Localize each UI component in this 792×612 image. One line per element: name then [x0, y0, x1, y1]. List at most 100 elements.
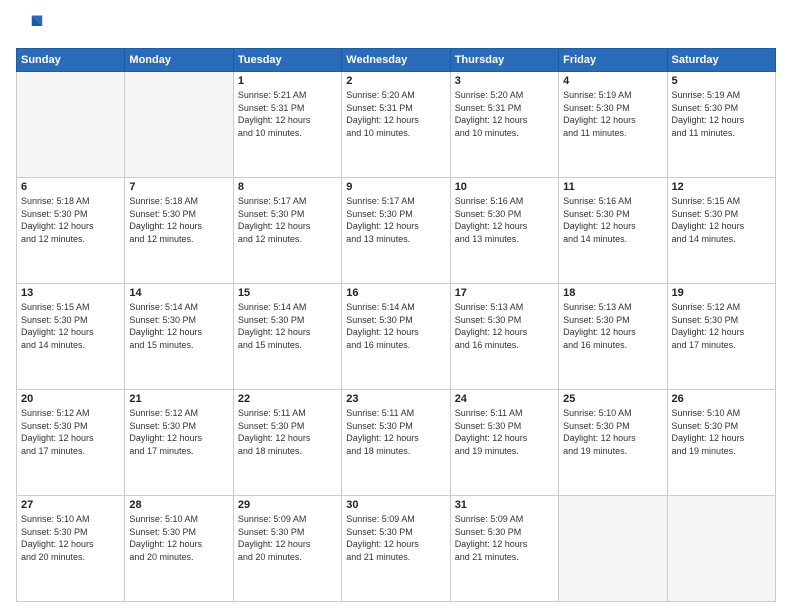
calendar-cell: 17 Sunrise: 5:13 AM Sunset: 5:30 PM Dayli… — [450, 284, 558, 390]
calendar-cell: 6 Sunrise: 5:18 AM Sunset: 5:30 PM Daylig… — [17, 178, 125, 284]
day-info: Sunrise: 5:11 AM Sunset: 5:30 PM Dayligh… — [455, 407, 554, 457]
calendar-header-row: SundayMondayTuesdayWednesdayThursdayFrid… — [17, 49, 776, 72]
day-info: Sunrise: 5:14 AM Sunset: 5:30 PM Dayligh… — [238, 301, 337, 351]
calendar-cell: 8 Sunrise: 5:17 AM Sunset: 5:30 PM Daylig… — [233, 178, 341, 284]
day-number: 19 — [672, 287, 771, 299]
day-info: Sunrise: 5:09 AM Sunset: 5:30 PM Dayligh… — [238, 513, 337, 563]
calendar-table: SundayMondayTuesdayWednesdayThursdayFrid… — [16, 48, 776, 602]
day-number: 21 — [129, 393, 228, 405]
day-info: Sunrise: 5:11 AM Sunset: 5:30 PM Dayligh… — [346, 407, 445, 457]
day-number: 25 — [563, 393, 662, 405]
calendar-cell: 16Sunrise: 5:14 AM Sunset: 5:30 PM Dayli… — [342, 284, 450, 390]
day-info: Sunrise: 5:14 AM Sunset: 5:30 PM Dayligh… — [346, 301, 445, 351]
day-info: Sunrise: 5:10 AM Sunset: 5:30 PM Dayligh… — [129, 513, 228, 563]
day-number: 22 — [238, 393, 337, 405]
calendar-cell: 14 Sunrise: 5:14 AM Sunset: 5:30 PM Dayli… — [125, 284, 233, 390]
day-info: Sunrise: 5:17 AM Sunset: 5:30 PM Dayligh… — [238, 195, 337, 245]
day-info: Sunrise: 5:21 AM Sunset: 5:31 PM Dayligh… — [238, 89, 337, 139]
day-number: 9 — [346, 181, 445, 193]
day-number: 7 — [129, 181, 228, 193]
week-row-4: 20 Sunrise: 5:12 AM Sunset: 5:30 PM Dayli… — [17, 390, 776, 496]
header — [16, 12, 776, 40]
day-info: Sunrise: 5:11 AM Sunset: 5:30 PM Dayligh… — [238, 407, 337, 457]
col-header-monday: Monday — [125, 49, 233, 72]
day-info: Sunrise: 5:09 AM Sunset: 5:30 PM Dayligh… — [455, 513, 554, 563]
day-number: 12 — [672, 181, 771, 193]
day-number: 26 — [672, 393, 771, 405]
day-number: 28 — [129, 499, 228, 511]
calendar-cell: 5 Sunrise: 5:19 AM Sunset: 5:30 PM Daylig… — [667, 72, 775, 178]
day-info: Sunrise: 5:13 AM Sunset: 5:30 PM Dayligh… — [563, 301, 662, 351]
calendar-cell: 1 Sunrise: 5:21 AM Sunset: 5:31 PM Daylig… — [233, 72, 341, 178]
calendar-cell: 3 Sunrise: 5:20 AM Sunset: 5:31 PM Daylig… — [450, 72, 558, 178]
day-number: 31 — [455, 499, 554, 511]
day-info: Sunrise: 5:12 AM Sunset: 5:30 PM Dayligh… — [21, 407, 120, 457]
day-info: Sunrise: 5:20 AM Sunset: 5:31 PM Dayligh… — [346, 89, 445, 139]
day-info: Sunrise: 5:10 AM Sunset: 5:30 PM Dayligh… — [563, 407, 662, 457]
calendar-cell: 9 Sunrise: 5:17 AM Sunset: 5:30 PM Daylig… — [342, 178, 450, 284]
day-number: 2 — [346, 75, 445, 87]
calendar-cell — [125, 72, 233, 178]
day-number: 11 — [563, 181, 662, 193]
day-info: Sunrise: 5:16 AM Sunset: 5:30 PM Dayligh… — [563, 195, 662, 245]
calendar-cell: 2 Sunrise: 5:20 AM Sunset: 5:31 PM Daylig… — [342, 72, 450, 178]
day-number: 5 — [672, 75, 771, 87]
day-info: Sunrise: 5:13 AM Sunset: 5:30 PM Dayligh… — [455, 301, 554, 351]
calendar-cell: 19Sunrise: 5:12 AM Sunset: 5:30 PM Dayli… — [667, 284, 775, 390]
day-info: Sunrise: 5:09 AM Sunset: 5:30 PM Dayligh… — [346, 513, 445, 563]
day-info: Sunrise: 5:15 AM Sunset: 5:30 PM Dayligh… — [672, 195, 771, 245]
day-number: 14 — [129, 287, 228, 299]
calendar-cell: 15 Sunrise: 5:14 AM Sunset: 5:30 PM Dayli… — [233, 284, 341, 390]
col-header-saturday: Saturday — [667, 49, 775, 72]
calendar-cell: 28 Sunrise: 5:10 AM Sunset: 5:30 PM Dayli… — [125, 496, 233, 602]
day-number: 27 — [21, 499, 120, 511]
calendar-cell: 22 Sunrise: 5:11 AM Sunset: 5:30 PM Dayli… — [233, 390, 341, 496]
calendar-cell — [667, 496, 775, 602]
day-info: Sunrise: 5:18 AM Sunset: 5:30 PM Dayligh… — [21, 195, 120, 245]
day-info: Sunrise: 5:15 AM Sunset: 5:30 PM Dayligh… — [21, 301, 120, 351]
day-number: 30 — [346, 499, 445, 511]
logo — [16, 12, 48, 40]
day-info: Sunrise: 5:17 AM Sunset: 5:30 PM Dayligh… — [346, 195, 445, 245]
day-number: 1 — [238, 75, 337, 87]
col-header-sunday: Sunday — [17, 49, 125, 72]
calendar-cell: 10Sunrise: 5:16 AM Sunset: 5:30 PM Dayli… — [450, 178, 558, 284]
day-number: 3 — [455, 75, 554, 87]
day-number: 6 — [21, 181, 120, 193]
page: SundayMondayTuesdayWednesdayThursdayFrid… — [0, 0, 792, 612]
day-info: Sunrise: 5:14 AM Sunset: 5:30 PM Dayligh… — [129, 301, 228, 351]
calendar-cell — [17, 72, 125, 178]
day-number: 4 — [563, 75, 662, 87]
calendar-cell: 23 Sunrise: 5:11 AM Sunset: 5:30 PM Dayli… — [342, 390, 450, 496]
calendar-cell: 25 Sunrise: 5:10 AM Sunset: 5:30 PM Dayli… — [559, 390, 667, 496]
day-number: 18 — [563, 287, 662, 299]
calendar-cell: 4Sunrise: 5:19 AM Sunset: 5:30 PM Daylig… — [559, 72, 667, 178]
day-info: Sunrise: 5:20 AM Sunset: 5:31 PM Dayligh… — [455, 89, 554, 139]
col-header-wednesday: Wednesday — [342, 49, 450, 72]
day-number: 24 — [455, 393, 554, 405]
logo-icon — [16, 12, 44, 40]
day-info: Sunrise: 5:12 AM Sunset: 5:30 PM Dayligh… — [129, 407, 228, 457]
calendar-cell: 26 Sunrise: 5:10 AM Sunset: 5:30 PM Dayli… — [667, 390, 775, 496]
day-number: 17 — [455, 287, 554, 299]
week-row-3: 13 Sunrise: 5:15 AM Sunset: 5:30 PM Dayli… — [17, 284, 776, 390]
calendar-cell: 18 Sunrise: 5:13 AM Sunset: 5:30 PM Dayli… — [559, 284, 667, 390]
day-number: 10 — [455, 181, 554, 193]
day-number: 20 — [21, 393, 120, 405]
calendar-cell: 20 Sunrise: 5:12 AM Sunset: 5:30 PM Dayli… — [17, 390, 125, 496]
col-header-thursday: Thursday — [450, 49, 558, 72]
day-info: Sunrise: 5:10 AM Sunset: 5:30 PM Dayligh… — [672, 407, 771, 457]
day-number: 23 — [346, 393, 445, 405]
calendar-cell: 31 Sunrise: 5:09 AM Sunset: 5:30 PM Dayli… — [450, 496, 558, 602]
calendar-cell — [559, 496, 667, 602]
calendar-cell: 27Sunrise: 5:10 AM Sunset: 5:30 PM Dayli… — [17, 496, 125, 602]
day-number: 15 — [238, 287, 337, 299]
day-info: Sunrise: 5:18 AM Sunset: 5:30 PM Dayligh… — [129, 195, 228, 245]
calendar-cell: 21 Sunrise: 5:12 AM Sunset: 5:30 PM Dayli… — [125, 390, 233, 496]
day-number: 8 — [238, 181, 337, 193]
day-number: 13 — [21, 287, 120, 299]
week-row-1: 1 Sunrise: 5:21 AM Sunset: 5:31 PM Daylig… — [17, 72, 776, 178]
calendar-cell: 11 Sunrise: 5:16 AM Sunset: 5:30 PM Dayli… — [559, 178, 667, 284]
calendar-cell: 24 Sunrise: 5:11 AM Sunset: 5:30 PM Dayli… — [450, 390, 558, 496]
day-info: Sunrise: 5:19 AM Sunset: 5:30 PM Dayligh… — [672, 89, 771, 139]
